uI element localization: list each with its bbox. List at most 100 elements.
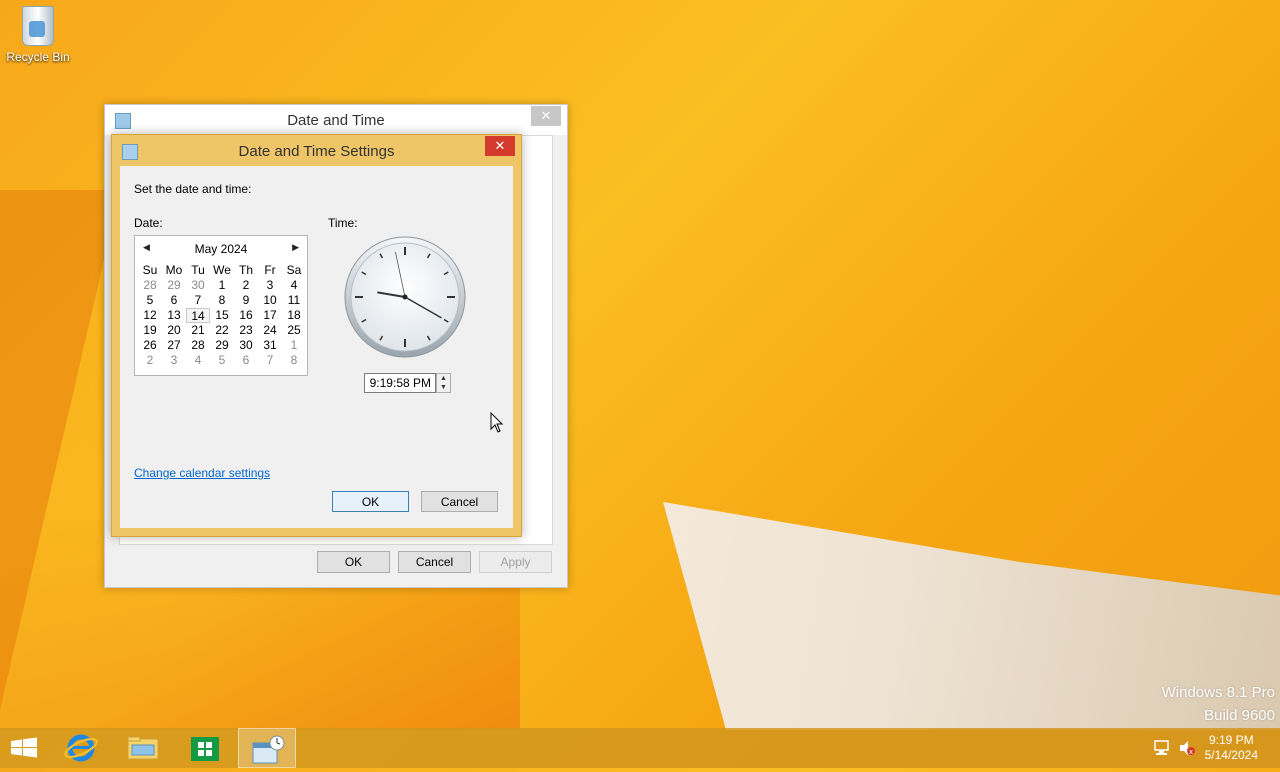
- calendar-day[interactable]: 6: [162, 293, 186, 308]
- calendar-week-row: 26 27 28 29 30 31 1: [138, 338, 306, 353]
- ok-button[interactable]: OK: [317, 551, 390, 573]
- calendar-day[interactable]: 7: [186, 293, 210, 308]
- taskbar-date-time-app[interactable]: [238, 728, 296, 768]
- apply-button[interactable]: Apply: [479, 551, 552, 573]
- calendar-week-row: 5 6 7 8 9 10 11: [138, 293, 306, 308]
- calendar-day[interactable]: 8: [282, 353, 306, 368]
- calendar-day[interactable]: 17: [258, 308, 282, 323]
- recycle-bin-icon: [22, 6, 54, 46]
- recycle-bin-shortcut[interactable]: Recycle Bin: [4, 6, 72, 64]
- taskbar-store[interactable]: [176, 728, 234, 768]
- calendar-week-row: 2345678: [138, 353, 306, 368]
- calendar-day[interactable]: 24: [258, 323, 282, 338]
- calendar-day[interactable]: 20: [162, 323, 186, 338]
- close-icon: ✕: [494, 138, 506, 153]
- calendar-day[interactable]: 1: [282, 338, 306, 353]
- calendar-day[interactable]: 6: [234, 353, 258, 368]
- spin-up-icon[interactable]: ▲: [437, 374, 450, 383]
- calendar-day-header: Su: [142, 263, 158, 277]
- calendar-day[interactable]: 8: [210, 293, 234, 308]
- calendar-day[interactable]: 21: [186, 323, 210, 338]
- time-spinner[interactable]: ▲ ▼: [436, 373, 451, 393]
- network-icon[interactable]: [1153, 740, 1171, 756]
- calendar-week-row: 12 13 14 15 16 17 18: [138, 308, 306, 323]
- calendar-day-headers: Su Mo Tu We Th Fr Sa: [138, 263, 306, 278]
- date-label: Date:: [134, 216, 163, 230]
- calendar-day[interactable]: 2: [138, 353, 162, 368]
- watermark-build: Build 9600: [1204, 707, 1275, 724]
- calendar-day[interactable]: 28: [138, 278, 162, 293]
- close-button[interactable]: ✕: [485, 136, 515, 156]
- calendar-day-header: Th: [238, 263, 253, 277]
- watermark-edition: Windows 8.1 Pro: [1161, 684, 1275, 701]
- calendar-day[interactable]: 31: [258, 338, 282, 353]
- cancel-button[interactable]: Cancel: [398, 551, 471, 573]
- calendar-day[interactable]: 27: [162, 338, 186, 353]
- calendar-day[interactable]: 13: [162, 308, 186, 323]
- calendar-day[interactable]: 7: [258, 353, 282, 368]
- calendar-day[interactable]: 9: [234, 293, 258, 308]
- calendar-day[interactable]: 12: [138, 308, 162, 323]
- instruction-text: Set the date and time:: [134, 182, 252, 196]
- file-explorer-icon: [127, 736, 159, 760]
- windows-watermark: Windows 8.1 Pro Build 9600: [1162, 684, 1275, 730]
- start-icon: [11, 737, 37, 758]
- dialog-titlebar[interactable]: Date and Time Settings ✕: [112, 135, 521, 165]
- taskbar-internet-explorer[interactable]: [52, 728, 110, 768]
- calendar-header: ◀ May 2024 ▶: [135, 236, 307, 260]
- calendar-day[interactable]: 26: [138, 338, 162, 353]
- calendar-day[interactable]: 10: [258, 293, 282, 308]
- calendar-day[interactable]: 22: [210, 323, 234, 338]
- calendar-day[interactable]: 18: [282, 308, 306, 323]
- time-input[interactable]: 9:19:58 PM: [364, 373, 436, 393]
- calendar-day[interactable]: 4: [282, 278, 306, 293]
- calendar-day[interactable]: 1: [210, 278, 234, 293]
- taskbar-file-explorer[interactable]: [114, 728, 172, 768]
- window-title: Date and Time: [287, 112, 385, 129]
- close-icon: ✕: [540, 108, 552, 123]
- cancel-button[interactable]: Cancel: [421, 491, 498, 512]
- calendar-day[interactable]: 11: [282, 293, 306, 308]
- svg-text:x: x: [1189, 748, 1193, 756]
- calendar-day[interactable]: 30: [186, 278, 210, 293]
- calendar-day[interactable]: 16: [234, 308, 258, 323]
- taskbar-clock[interactable]: 9:19 PM 5/14/2024: [1205, 733, 1258, 763]
- calendar-day[interactable]: 19: [138, 323, 162, 338]
- ok-button[interactable]: OK: [332, 491, 409, 512]
- calendar-day[interactable]: 5: [210, 353, 234, 368]
- window-titlebar[interactable]: Date and Time ✕: [105, 105, 567, 135]
- calendar-day-header: Sa: [286, 263, 302, 277]
- calendar-day[interactable]: 5: [138, 293, 162, 308]
- next-month-icon[interactable]: ▶: [292, 242, 299, 253]
- calendar-day[interactable]: 29: [210, 338, 234, 353]
- start-button[interactable]: [0, 728, 58, 768]
- calendar-day[interactable]: 15: [210, 308, 234, 323]
- calendar-day[interactable]: 4: [186, 353, 210, 368]
- taskbar-date: 5/14/2024: [1204, 748, 1258, 762]
- internet-explorer-icon: [64, 734, 98, 762]
- calendar-day[interactable]: 2: [234, 278, 258, 293]
- calendar-day-header: Tu: [191, 263, 205, 277]
- taskbar: x 9:19 PM 5/14/2024: [0, 728, 1280, 768]
- time-label: Time:: [328, 216, 358, 230]
- calendar-day[interactable]: 28: [186, 338, 210, 353]
- taskbar-time: 9:19 PM: [1208, 733, 1254, 747]
- calendar-day[interactable]: 3: [162, 353, 186, 368]
- spin-down-icon[interactable]: ▼: [437, 383, 450, 392]
- calendar-month-label[interactable]: May 2024: [135, 242, 307, 256]
- store-icon: [191, 737, 219, 761]
- calendar-day[interactable]: 3: [258, 278, 282, 293]
- calendar-week-row: 19 20 21 22 23 24 25: [138, 323, 306, 338]
- calendar-day[interactable]: 23: [234, 323, 258, 338]
- calendar-day[interactable]: 30: [234, 338, 258, 353]
- recycle-bin-label: Recycle Bin: [6, 50, 70, 64]
- calendar-day-header: Mo: [165, 263, 183, 277]
- change-calendar-settings-link[interactable]: Change calendar settings: [134, 466, 270, 480]
- close-button[interactable]: ✕: [531, 106, 561, 126]
- calendar-week-row: 28 29 30 1 2 3 4: [138, 278, 306, 293]
- calendar-day[interactable]: 29: [162, 278, 186, 293]
- calendar-selected-day[interactable]: 14: [186, 308, 210, 323]
- speaker-muted-icon[interactable]: x: [1178, 740, 1196, 756]
- analog-clock: [344, 236, 466, 358]
- calendar-day[interactable]: 25: [282, 323, 306, 338]
